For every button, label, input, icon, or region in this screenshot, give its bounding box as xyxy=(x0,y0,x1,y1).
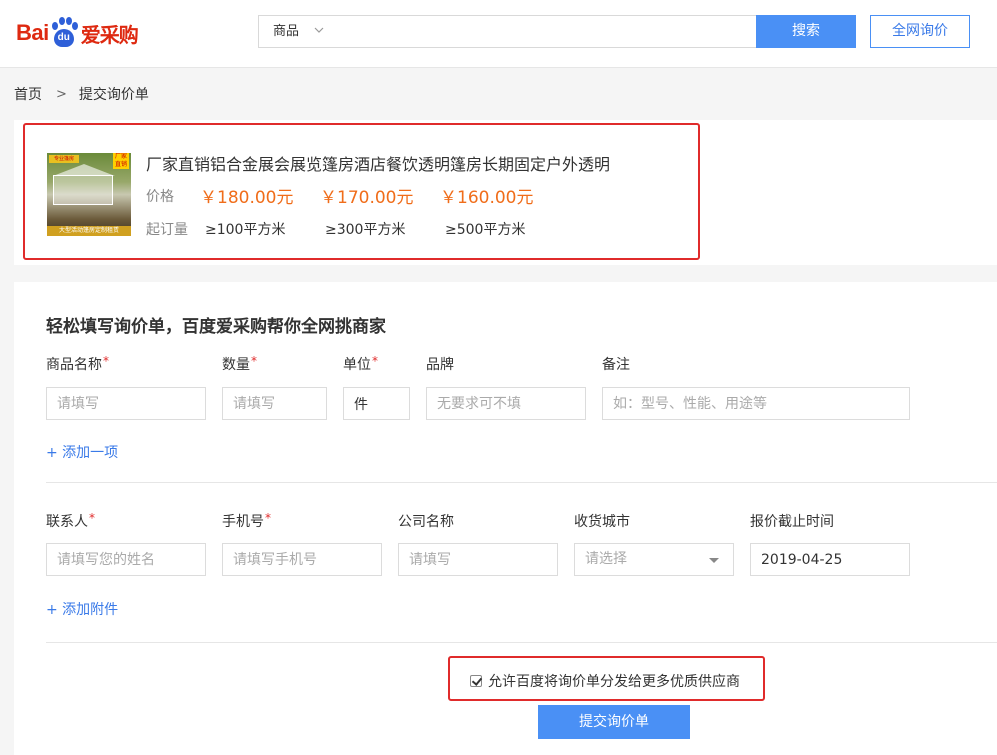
moq-row: 起订量 ≥100平方米 ≥300平方米 ≥500平方米 xyxy=(146,219,525,239)
thumbnail-tag-left: 专业篷房 xyxy=(49,155,79,163)
divider xyxy=(46,642,997,643)
baidu-aicaigou-logo[interactable]: Bai du 爱采购 xyxy=(16,15,139,51)
moq-tier-3: ≥500平方米 xyxy=(445,222,526,238)
paw-icon: du xyxy=(50,17,78,49)
company-label: 公司名称 xyxy=(398,514,454,530)
form-title: 轻松填写询价单，百度爱采购帮你全网挑商家 xyxy=(46,317,386,337)
product-title[interactable]: 厂家直销铝合金展会展览篷房酒店餐饮透明篷房长期固定户外透明 xyxy=(146,151,610,175)
moq-tier-2: ≥300平方米 xyxy=(325,222,406,238)
product-card: 专业篷房 厂家直销 大型活动篷房定制租赁 厂家直销铝合金展会展览篷房酒店餐饮透明… xyxy=(23,123,700,260)
breadcrumb: 首页 > 提交询价单 xyxy=(14,84,149,104)
top-header: Bai du 爱采购 商品 搜索 全网询价 xyxy=(0,0,997,68)
thumbnail-banner: 大型活动篷房定制租赁 xyxy=(47,226,131,236)
logo-brand-text: 爱采购 xyxy=(80,22,139,47)
quantity-label: 数量* xyxy=(222,354,257,373)
logo-bai-text: Bai xyxy=(16,20,49,45)
note-label: 备注 xyxy=(602,357,630,373)
consent-checkbox-row[interactable]: 允许百度将询价单分发给更多优质供应商 xyxy=(470,671,740,691)
brand-input[interactable] xyxy=(426,387,586,420)
deadline-date-input[interactable] xyxy=(750,543,910,576)
note-input[interactable] xyxy=(602,387,910,420)
unit-label: 单位* xyxy=(343,354,378,373)
city-label: 收货城市 xyxy=(574,514,630,530)
search-category-select[interactable]: 商品 xyxy=(273,16,299,47)
price-tier-1: ￥180.00元 xyxy=(200,188,294,208)
company-input[interactable] xyxy=(398,543,558,576)
chevron-right-icon: > xyxy=(56,86,67,102)
divider xyxy=(46,482,997,483)
moq-tier-1: ≥100平方米 xyxy=(205,222,286,238)
price-tier-3: ￥160.00元 xyxy=(440,188,534,208)
phone-label: 手机号* xyxy=(222,511,271,530)
price-label: 价格 xyxy=(146,189,174,205)
logo-du-text: du xyxy=(53,29,74,47)
quantity-input[interactable] xyxy=(222,387,327,420)
search-bar[interactable]: 商品 xyxy=(258,15,756,48)
dropdown-arrow-icon xyxy=(709,558,719,563)
product-thumbnail[interactable]: 专业篷房 厂家直销 大型活动篷房定制租赁 xyxy=(47,153,131,236)
brand-label: 品牌 xyxy=(426,357,454,373)
all-network-inquiry-button[interactable]: 全网询价 xyxy=(870,15,970,48)
add-attachment-link[interactable]: + 添加附件 xyxy=(46,599,118,619)
contact-name-input[interactable] xyxy=(46,543,206,576)
submit-inquiry-button[interactable]: 提交询价单 xyxy=(538,705,690,739)
phone-input[interactable] xyxy=(222,543,382,576)
contact-label: 联系人* xyxy=(46,511,95,530)
chevron-down-icon xyxy=(314,27,324,33)
moq-label: 起订量 xyxy=(146,222,188,238)
deadline-label: 报价截止时间 xyxy=(750,514,834,530)
search-button[interactable]: 搜索 xyxy=(756,15,856,48)
consent-label: 允许百度将询价单分发给更多优质供应商 xyxy=(488,674,740,690)
price-row: 价格 ￥180.00元 ￥170.00元 ￥160.00元 xyxy=(146,186,533,208)
tent-graphic xyxy=(53,164,115,205)
checkbox-checked-icon[interactable] xyxy=(470,675,482,687)
add-item-link[interactable]: + 添加一项 xyxy=(46,442,118,462)
product-name-label: 商品名称* xyxy=(46,354,109,373)
breadcrumb-home-link[interactable]: 首页 xyxy=(14,84,42,104)
thumbnail-tag-right: 厂家直销 xyxy=(113,153,129,169)
product-name-input[interactable] xyxy=(46,387,206,420)
price-tier-2: ￥170.00元 xyxy=(320,188,414,208)
unit-input[interactable] xyxy=(343,387,410,420)
breadcrumb-current: 提交询价单 xyxy=(78,87,149,103)
